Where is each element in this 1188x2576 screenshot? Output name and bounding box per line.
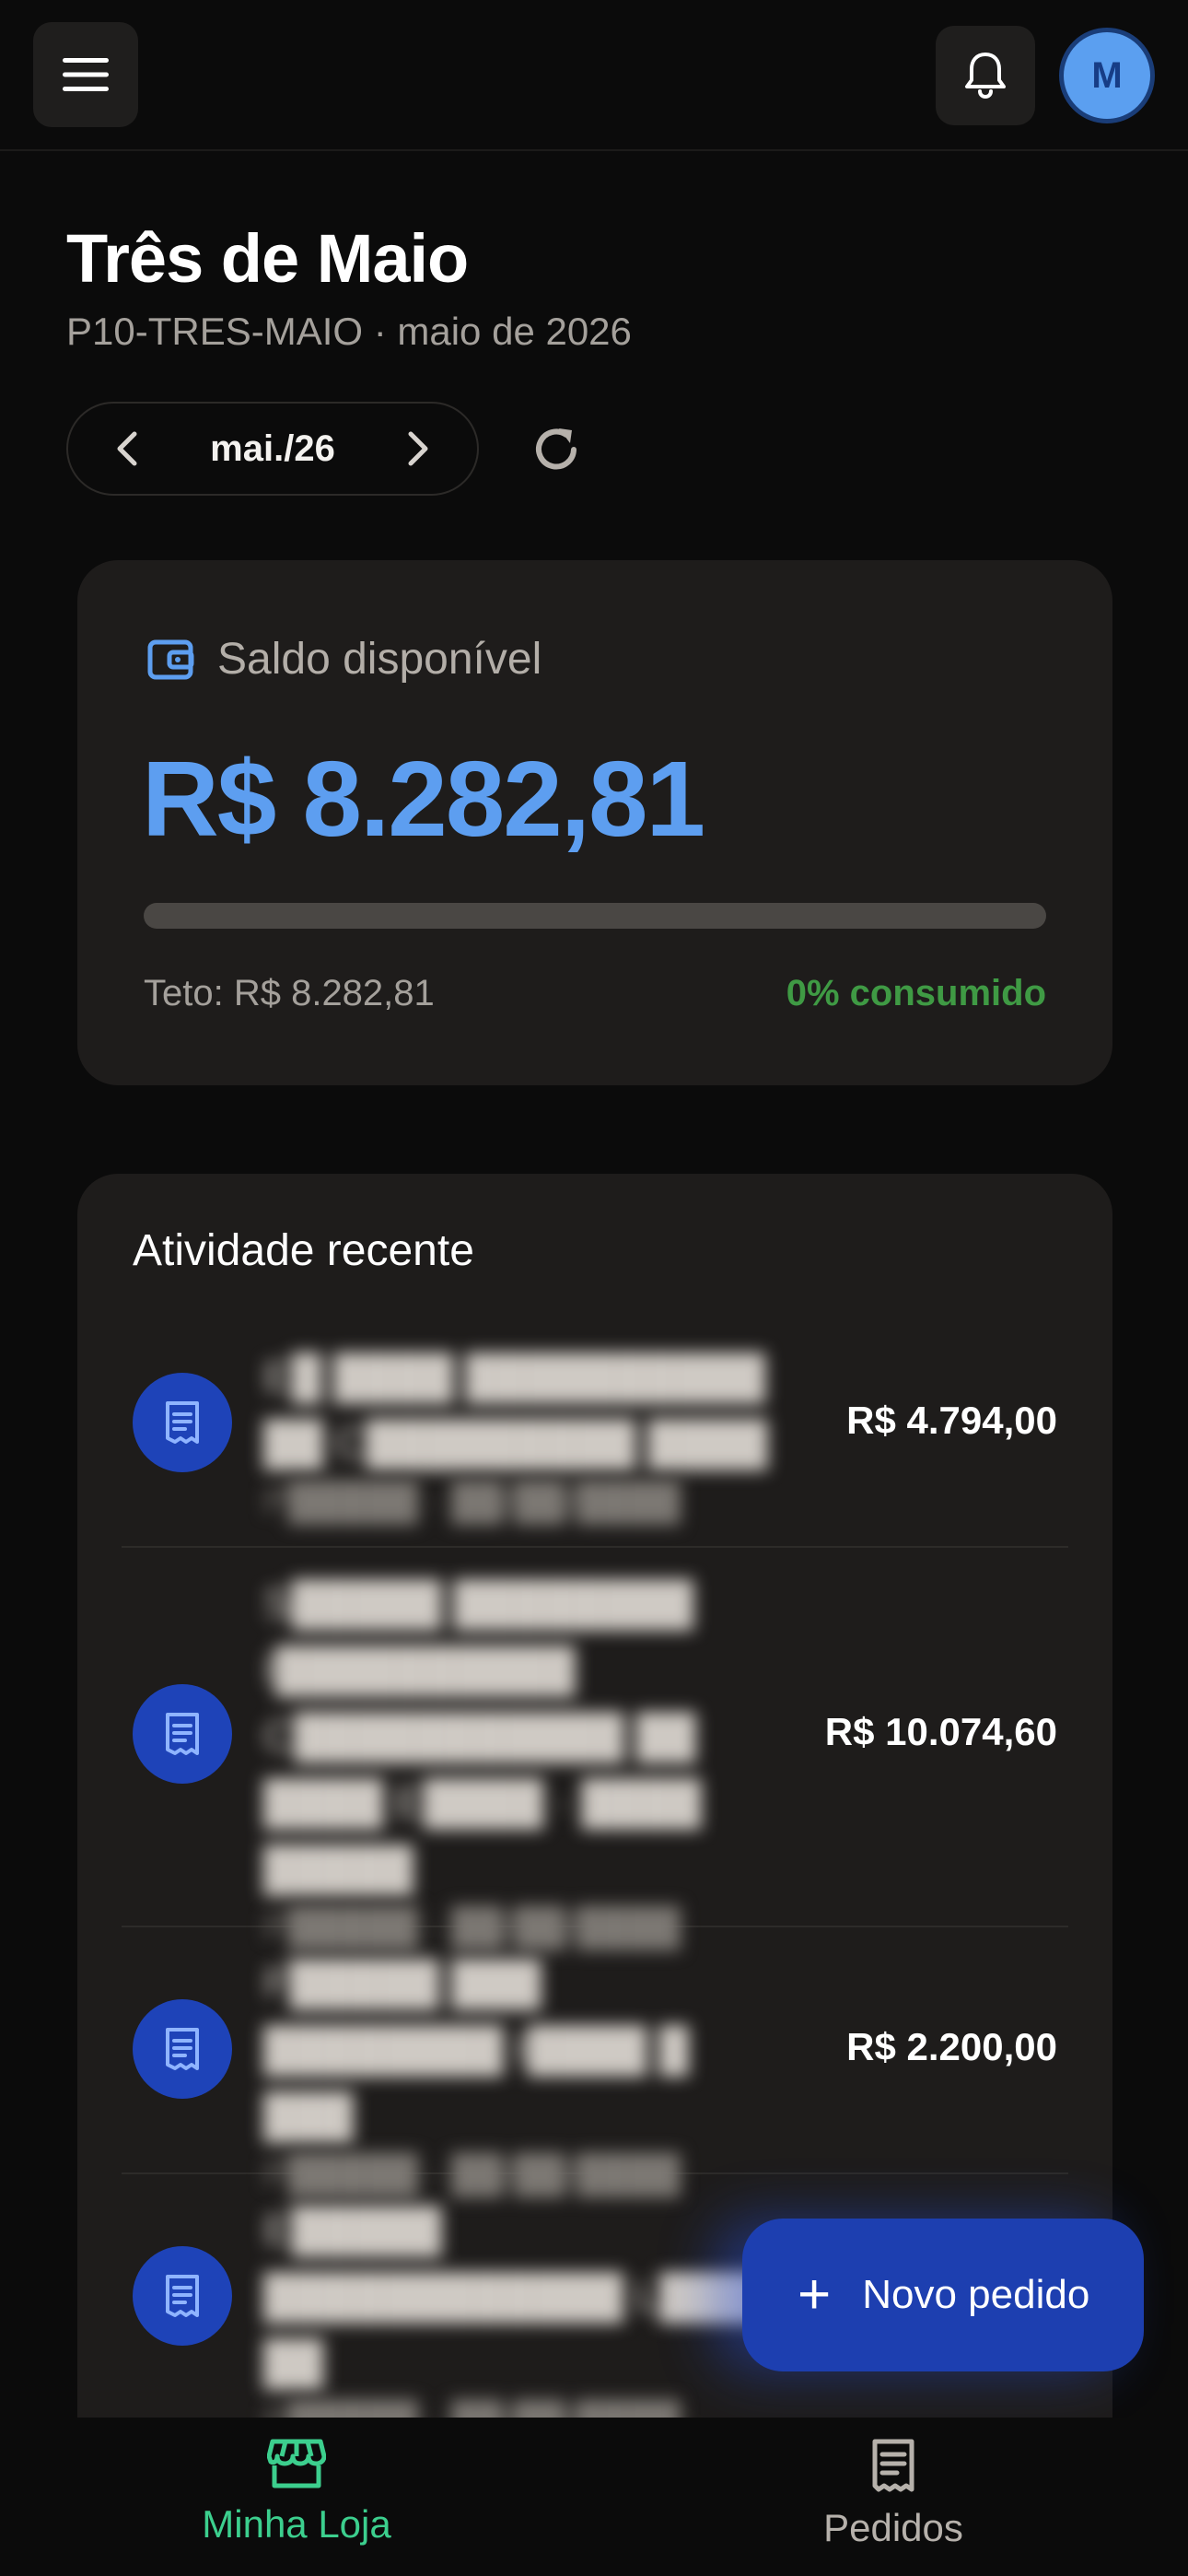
receipt-icon bbox=[166, 1713, 199, 1755]
nav-label-pedidos: Pedidos bbox=[823, 2506, 963, 2549]
activity-row[interactable]: S█████ ████████ I██████████ C███████████… bbox=[122, 1548, 1068, 1948]
activity-supplier-name: S█████ ████████ I██████████ C███████████… bbox=[263, 1579, 702, 1892]
period-picker: mai./26 bbox=[66, 402, 479, 496]
menu-button[interactable] bbox=[33, 22, 138, 127]
refresh-button[interactable] bbox=[525, 418, 588, 481]
page-subtitle: P10-TRES-MAIO · maio de 2026 bbox=[66, 310, 632, 353]
plus-icon: + bbox=[798, 2263, 832, 2326]
activity-supplier-name: E█ ████ ██████████ ██ C█████████ ████ bbox=[263, 1352, 768, 1467]
nav-label-minha-loja: Minha Loja bbox=[202, 2502, 391, 2546]
activity-row[interactable]: F█████ ███ ████████ I████ █ ███ P█████ ·… bbox=[122, 1927, 1068, 2195]
consumed-percentage: 0% consumido bbox=[786, 973, 1046, 1013]
top-bar: M bbox=[0, 0, 1188, 151]
notifications-button[interactable] bbox=[936, 26, 1035, 125]
period-label: mai./26 bbox=[210, 427, 335, 469]
activity-meta: P█████ · ██/██/████ bbox=[263, 1481, 681, 1522]
storefront-icon bbox=[267, 2439, 326, 2488]
activity-meta: P█████ · ██/██/████ bbox=[263, 2395, 779, 2418]
consumption-progress-bar bbox=[144, 903, 1046, 929]
activity-supplier-name: E█████ ████████████ L████ ██ bbox=[263, 2206, 779, 2386]
activity-details: E█ ████ ██████████ ██ C█████████ ████ P█… bbox=[263, 1343, 779, 1528]
new-order-button[interactable]: + Novo pedido bbox=[742, 2219, 1144, 2371]
hamburger-menu-icon bbox=[63, 58, 109, 91]
balance-label: Saldo disponível bbox=[217, 635, 542, 684]
nav-item-pedidos[interactable]: Pedidos bbox=[700, 2438, 1087, 2550]
refresh-icon bbox=[536, 428, 577, 470]
activity-supplier-name: F█████ ███ ████████ I████ █ ███ bbox=[263, 1959, 690, 2139]
receipt-icon bbox=[166, 2028, 199, 2070]
receipt-icon bbox=[166, 1401, 199, 1444]
activity-details: F█████ ███ ████████ I████ █ ███ P█████ ·… bbox=[263, 1950, 779, 2200]
balance-value: R$ 8.282,81 bbox=[142, 739, 705, 859]
receipt-icon bbox=[166, 2275, 199, 2317]
activity-row[interactable]: E█ ████ ██████████ ██ C█████████ ████ P█… bbox=[122, 1321, 1068, 1548]
order-icon-badge bbox=[133, 1999, 232, 2099]
order-icon-badge bbox=[133, 1684, 232, 1784]
balance-header: Saldo disponível bbox=[147, 634, 542, 685]
new-order-label: Novo pedido bbox=[862, 2272, 1090, 2317]
user-avatar[interactable]: M bbox=[1059, 28, 1155, 123]
wallet-icon bbox=[147, 639, 194, 679]
activity-amount: R$ 10.074,60 bbox=[824, 1710, 1057, 1753]
previous-period-button[interactable] bbox=[114, 430, 140, 467]
activity-details: S█████ ████████ I██████████ C███████████… bbox=[263, 1570, 779, 1953]
balance-ceiling: Teto: R$ 8.282,81 bbox=[144, 973, 435, 1013]
nav-item-minha-loja[interactable]: Minha Loja bbox=[103, 2438, 490, 2547]
chevron-right-icon bbox=[408, 431, 428, 466]
bell-icon bbox=[965, 53, 1006, 100]
page-title: Três de Maio bbox=[66, 220, 469, 297]
activity-amount: R$ 4.794,00 bbox=[846, 1399, 1057, 1442]
chevron-left-icon bbox=[117, 431, 137, 466]
next-period-button[interactable] bbox=[405, 430, 431, 467]
bottom-navigation: Minha Loja Pedidos bbox=[0, 2418, 1188, 2576]
activity-amount: R$ 2.200,00 bbox=[846, 2025, 1057, 2068]
balance-card: Saldo disponível R$ 8.282,81 Teto: R$ 8.… bbox=[77, 560, 1112, 1085]
order-icon-badge bbox=[133, 1373, 232, 1472]
activity-details: E█████ ████████████ L████ ██ P█████ · ██… bbox=[263, 2196, 779, 2418]
receipt-icon bbox=[872, 2439, 914, 2492]
recent-activity-title: Atividade recente bbox=[133, 1226, 474, 1275]
order-icon-badge bbox=[133, 2246, 232, 2346]
